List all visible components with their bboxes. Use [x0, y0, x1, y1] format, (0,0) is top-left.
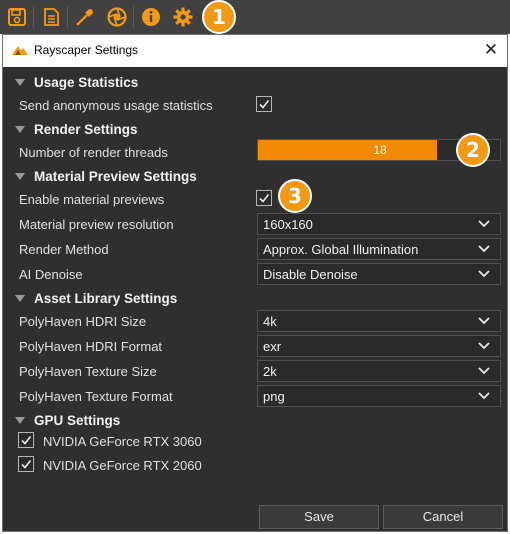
collapse-triangle-icon — [15, 417, 25, 424]
texture-size-label: PolyHaven Texture Size — [19, 364, 157, 379]
hdri-size-dropdown[interactable]: 4k — [257, 310, 501, 332]
render-threads-label: Number of render threads — [19, 145, 168, 160]
checkmark-icon — [259, 194, 270, 203]
texture-format-dropdown[interactable]: png — [257, 385, 501, 407]
gear-icon[interactable] — [170, 4, 196, 30]
annotation-badge-1: 1 — [202, 0, 236, 34]
texture-size-dropdown[interactable]: 2k — [257, 360, 501, 382]
cancel-button[interactable]: Cancel — [383, 505, 503, 529]
hdri-format-label: PolyHaven HDRI Format — [19, 339, 163, 354]
chevron-down-icon — [478, 392, 490, 400]
texture-format-label: PolyHaven Texture Format — [19, 389, 173, 404]
gpu-label-rtx3060: NVIDIA GeForce RTX 3060 — [43, 434, 202, 449]
settings-dialog: Rayscaper Settings ✕ Usage Statistics Se… — [2, 34, 508, 532]
eyedropper-icon[interactable] — [72, 4, 98, 30]
annotation-badge-2: 2 — [456, 133, 490, 167]
chevron-down-icon — [478, 342, 490, 350]
section-render-settings[interactable]: Render Settings — [15, 122, 138, 142]
save-icon[interactable] — [4, 4, 30, 30]
gpu-checkbox-rtx3060[interactable] — [18, 432, 34, 448]
hdri-format-value: exr — [263, 339, 282, 354]
render-method-value: Approx. Global Illumination — [263, 242, 419, 257]
close-icon[interactable]: ✕ — [481, 40, 501, 60]
dialog-titlebar: Rayscaper Settings ✕ — [3, 35, 507, 67]
collapse-triangle-icon — [15, 295, 25, 302]
rayscaper-logo-icon — [12, 46, 28, 55]
hdri-format-dropdown[interactable]: exr — [257, 335, 501, 357]
section-asset-library[interactable]: Asset Library Settings — [15, 291, 177, 311]
gpu-label-rtx2060: NVIDIA GeForce RTX 2060 — [43, 458, 202, 473]
ai-denoise-value: Disable Denoise — [263, 267, 358, 282]
toolbar — [0, 0, 510, 34]
ai-denoise-dropdown[interactable]: Disable Denoise — [257, 263, 501, 285]
checkmark-icon — [21, 460, 32, 469]
collapse-triangle-icon — [15, 79, 25, 86]
hdri-size-label: PolyHaven HDRI Size — [19, 314, 147, 329]
chevron-down-icon — [478, 367, 490, 375]
render-method-label: Render Method — [19, 242, 109, 257]
chevron-down-icon — [478, 220, 490, 228]
annotation-badge-3: 3 — [278, 179, 312, 213]
collapse-triangle-icon — [15, 126, 25, 133]
material-resolution-dropdown[interactable]: 160x160 — [257, 213, 501, 235]
enable-material-previews-checkbox[interactable] — [256, 190, 272, 206]
collapse-triangle-icon — [15, 173, 25, 180]
render-method-dropdown[interactable]: Approx. Global Illumination — [257, 238, 501, 260]
gpu-checkbox-rtx2060[interactable] — [18, 456, 34, 472]
section-usage-statistics[interactable]: Usage Statistics — [15, 75, 138, 95]
chevron-down-icon — [478, 270, 490, 278]
section-gpu-settings[interactable]: GPU Settings — [15, 413, 120, 433]
checkmark-icon — [259, 100, 270, 109]
save-button[interactable]: Save — [259, 505, 379, 529]
aperture-icon[interactable] — [104, 4, 130, 30]
chevron-down-icon — [478, 317, 490, 325]
info-icon[interactable] — [138, 4, 164, 30]
section-material-preview[interactable]: Material Preview Settings — [15, 169, 197, 189]
texture-size-value: 2k — [263, 364, 277, 379]
material-resolution-label: Material preview resolution — [19, 217, 174, 232]
document-icon[interactable] — [38, 4, 64, 30]
dialog-title: Rayscaper Settings — [34, 43, 139, 57]
hdri-size-value: 4k — [263, 314, 277, 329]
enable-material-previews-label: Enable material previews — [19, 192, 165, 207]
send-stats-checkbox[interactable] — [256, 96, 272, 112]
checkmark-icon — [21, 436, 32, 445]
material-resolution-value: 160x160 — [263, 217, 313, 232]
send-stats-label: Send anonymous usage statistics — [19, 98, 213, 113]
texture-format-value: png — [263, 389, 285, 404]
ai-denoise-label: AI Denoise — [19, 267, 83, 282]
chevron-down-icon — [478, 245, 490, 253]
